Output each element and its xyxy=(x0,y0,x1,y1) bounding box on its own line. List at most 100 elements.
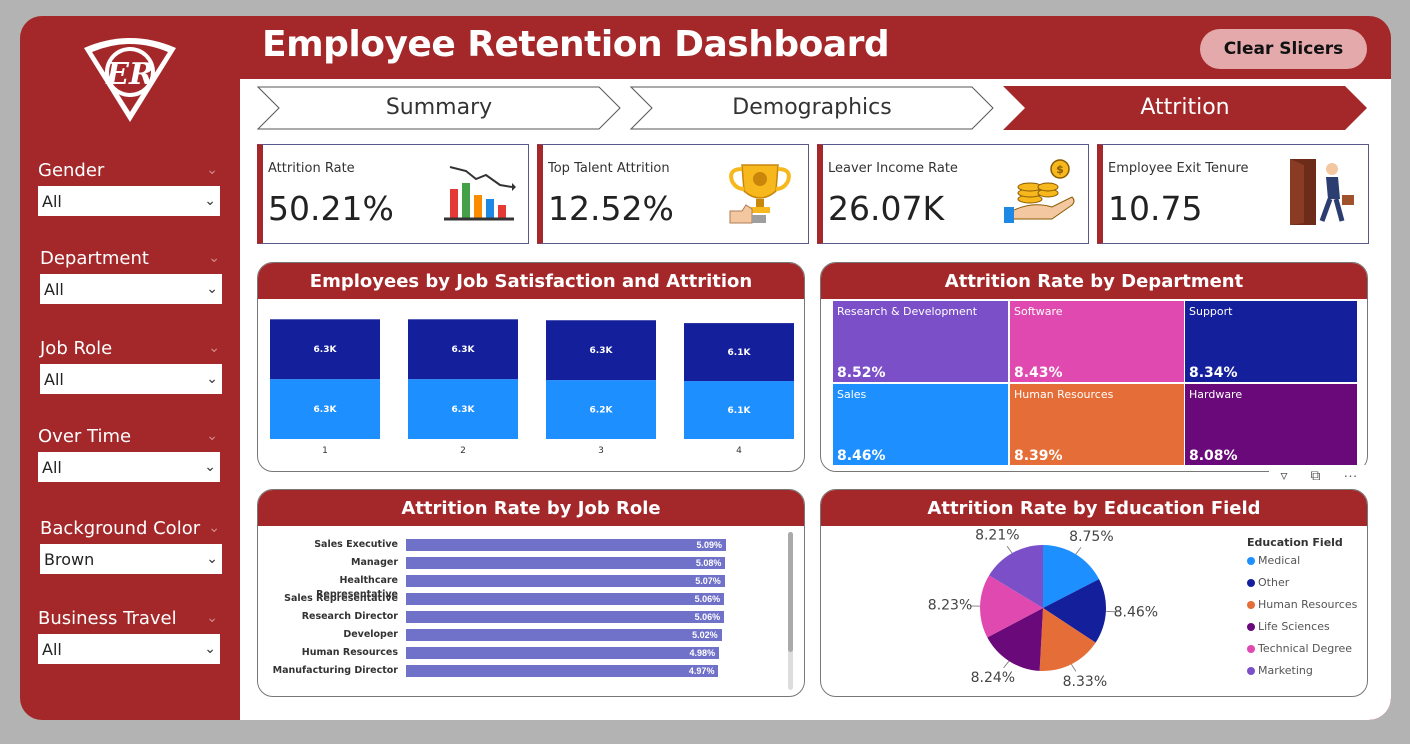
bar[interactable]: 5.02% xyxy=(406,629,722,641)
bar[interactable]: 5.06% xyxy=(406,593,725,605)
bar-chart-down-icon xyxy=(444,166,516,221)
scrollbar[interactable] xyxy=(788,532,793,690)
legend-dot xyxy=(1247,644,1255,653)
kpi-leaver-income-rate: Leaver Income Rate 26.07K $ xyxy=(817,144,1089,244)
panel-title: Attrition Rate by Department xyxy=(821,263,1367,299)
slice-label: 8.33% xyxy=(1063,674,1107,690)
legend-label: Human Resources xyxy=(1258,598,1358,611)
treemap-tile[interactable]: Human Resources 8.39% xyxy=(1010,384,1184,465)
tile-label: Software xyxy=(1014,305,1063,318)
x-tick-label: 2 xyxy=(460,446,466,456)
bar[interactable]: 5.06% xyxy=(406,611,725,623)
tab-attrition[interactable]: Attrition xyxy=(1003,86,1367,130)
kpi-label: Leaver Income Rate xyxy=(828,161,958,176)
chevron-down-icon: ⌄ xyxy=(204,193,216,209)
tile-value: 8.34% xyxy=(1189,365,1238,381)
treemap-tile[interactable]: Research & Development 8.52% xyxy=(833,301,1008,382)
legend-item[interactable]: Human Resources xyxy=(1247,598,1357,611)
exit-door-icon xyxy=(1290,159,1354,225)
tab-summary[interactable]: Summary xyxy=(257,86,621,130)
chevron-down-icon: ⌄ xyxy=(206,281,218,297)
clear-slicers-button[interactable]: Clear Slicers xyxy=(1200,29,1367,69)
bar-row: Human Resources 4.98% xyxy=(258,646,778,660)
chevron-down-icon[interactable]: ⌄ xyxy=(206,428,218,444)
legend-item[interactable]: Life Sciences xyxy=(1247,620,1330,633)
dropdown-value: All xyxy=(44,369,64,389)
tab-label: Attrition xyxy=(1140,95,1230,120)
department-dropdown[interactable]: All ⌄ xyxy=(40,274,222,304)
slice-label: 8.23% xyxy=(928,598,972,614)
job-role-chart: Sales Executive 5.09% Manager 5.08% Healthca… xyxy=(258,538,778,688)
slicer-label: Department xyxy=(40,247,149,269)
y-tick-label: Developer xyxy=(343,629,398,640)
treemap-tile[interactable]: Sales 8.46% xyxy=(833,384,1008,465)
legend-item[interactable]: Technical Degree xyxy=(1247,642,1352,655)
data-label: 6.3K xyxy=(452,345,476,355)
data-label: 5.07% xyxy=(695,576,721,586)
legend-label: Life Sciences xyxy=(1258,620,1330,633)
job-role-dropdown[interactable]: All ⌄ xyxy=(40,364,222,394)
dropdown-value: All xyxy=(42,191,62,211)
legend-item[interactable]: Other xyxy=(1247,576,1289,589)
slicer-business-travel: Business Travel ⌄ All ⌄ xyxy=(38,606,222,664)
svg-text:$: $ xyxy=(1056,163,1064,176)
tile-label: Human Resources xyxy=(1014,388,1114,401)
slicer-label: Background Color xyxy=(40,517,201,539)
legend-label: Medical xyxy=(1258,554,1301,567)
chevron-down-icon[interactable]: ⌄ xyxy=(206,610,218,626)
filter-icon[interactable]: ▿ xyxy=(1280,467,1287,484)
over-time-dropdown[interactable]: All ⌄ xyxy=(38,452,220,482)
education-pie-chart: 8.75% 8.46% 8.33% 8.24% 8.23% 8.21% xyxy=(928,528,1158,690)
tab-demographics[interactable]: Demographics xyxy=(630,86,994,130)
data-label: 5.08% xyxy=(695,558,722,568)
chevron-down-icon[interactable]: ⌄ xyxy=(208,250,220,266)
tile-label: Hardware xyxy=(1189,388,1243,401)
bar[interactable]: 5.08% xyxy=(406,557,726,569)
job-role-panel: Attrition Rate by Job Role Sales Executi… xyxy=(257,489,805,697)
business-travel-dropdown[interactable]: All ⌄ xyxy=(38,634,220,664)
slicer-label: Gender xyxy=(38,159,105,181)
data-label: 5.09% xyxy=(696,540,722,550)
y-tick-label: Manufacturing Director xyxy=(272,665,398,676)
data-label: 6.3K xyxy=(314,345,338,355)
focus-mode-icon[interactable]: ⧉ xyxy=(1311,467,1321,484)
er-logo: ER xyxy=(84,38,176,122)
x-tick-label: 4 xyxy=(736,446,742,456)
data-label: 6.3K xyxy=(314,405,338,415)
legend-dot xyxy=(1247,600,1255,609)
chevron-down-icon[interactable]: ⌄ xyxy=(206,162,218,178)
background-color-dropdown[interactable]: Brown ⌄ xyxy=(40,544,222,574)
bar[interactable]: 5.09% xyxy=(406,539,726,551)
treemap-tile[interactable]: Support 8.34% xyxy=(1185,301,1357,382)
data-label: 4.97% xyxy=(688,666,715,676)
slice-label: 8.75% xyxy=(1069,529,1113,545)
legend-dot xyxy=(1247,578,1255,587)
slice-label: 8.24% xyxy=(971,670,1015,686)
tile-value: 8.46% xyxy=(837,448,886,464)
kpi-label: Attrition Rate xyxy=(268,161,355,176)
bar[interactable]: 5.07% xyxy=(406,575,725,587)
more-options-icon[interactable]: ··· xyxy=(1343,467,1357,483)
bar-row: Sales Representative 5.06% xyxy=(258,592,778,606)
legend-dot xyxy=(1247,556,1255,565)
bar[interactable]: 4.98% xyxy=(406,647,720,659)
data-label: 6.3K xyxy=(452,405,476,415)
leader-line xyxy=(1006,545,1013,554)
gender-dropdown[interactable]: All ⌄ xyxy=(38,186,220,216)
tile-value: 8.08% xyxy=(1189,448,1238,464)
slicer-background-color: Background Color ⌄ Brown ⌄ xyxy=(40,516,224,574)
bar-row: Research Director 5.06% xyxy=(258,610,778,624)
trophy-icon xyxy=(729,164,791,224)
legend-item[interactable]: Medical xyxy=(1247,554,1300,567)
legend-label: Technical Degree xyxy=(1258,642,1353,655)
treemap-tile[interactable]: Software 8.43% xyxy=(1010,301,1184,382)
treemap-tile[interactable]: Hardware 8.08% xyxy=(1185,384,1357,465)
legend-item[interactable]: Marketing xyxy=(1247,664,1313,677)
chevron-down-icon[interactable]: ⌄ xyxy=(208,340,220,356)
bar[interactable]: 4.97% xyxy=(406,665,719,677)
leader-line xyxy=(1075,547,1082,555)
dropdown-value: All xyxy=(44,279,64,299)
coins-hand-icon: $ xyxy=(1004,159,1075,223)
dropdown-value: All xyxy=(42,639,62,659)
chevron-down-icon[interactable]: ⌄ xyxy=(208,520,220,536)
